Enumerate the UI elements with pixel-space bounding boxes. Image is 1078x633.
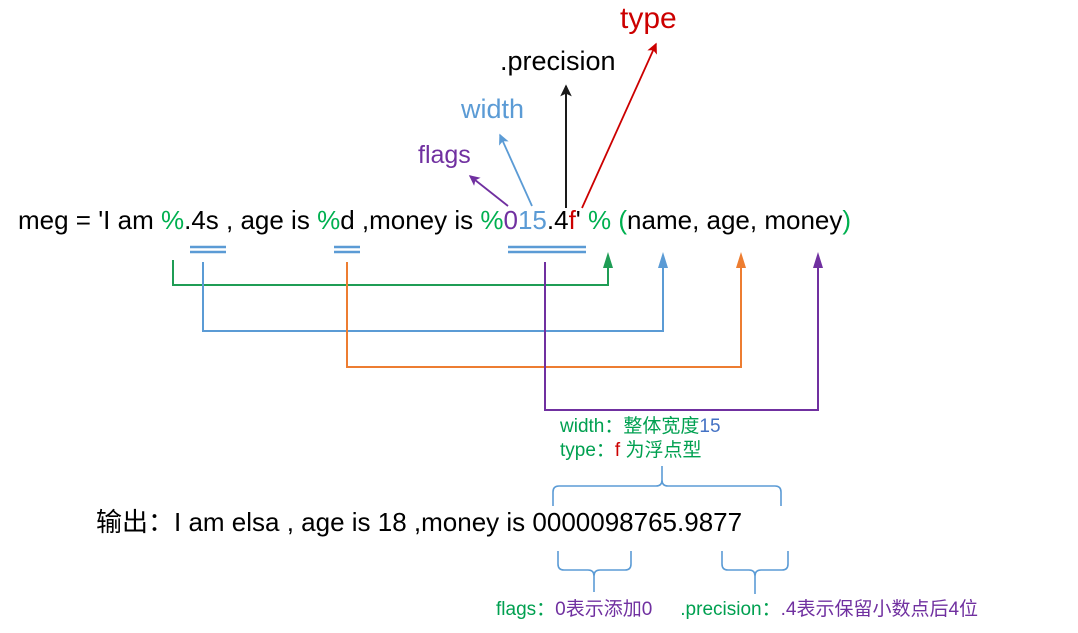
code-seg-4: d ,money is	[340, 205, 481, 235]
code-seg-3: %	[317, 205, 341, 235]
code-seg-16: )	[842, 205, 852, 235]
label-width: width	[461, 94, 525, 124]
code-seg-6: 0	[503, 205, 518, 235]
code-seg-2: .4s , age is	[184, 205, 318, 235]
code-seg-11	[581, 205, 588, 235]
note-type-row: type：f 为浮点型	[560, 439, 721, 463]
note-precision-label: .precision：	[680, 599, 781, 620]
underline-spec-f	[508, 245, 586, 254]
code-seg-8: .4	[546, 205, 569, 235]
note-width-row: width：整体宽度15	[560, 415, 721, 439]
connector-d-to-age	[202, 252, 668, 332]
connector-f-to-money	[346, 252, 746, 368]
label-flags: flags	[418, 141, 471, 169]
brace-flags-span	[557, 551, 632, 592]
brace-width-span	[552, 466, 782, 506]
note-flags-precision: flags：0表示添加0 .precision：.4表示保留小数点后4位	[496, 598, 978, 622]
note-width-type: width：整体宽度15 type：f 为浮点型	[560, 415, 721, 464]
annotation-overlay	[172, 42, 823, 594]
note-type-label: type：	[560, 440, 615, 462]
code-seg-9: f	[568, 205, 576, 235]
code-line: meg = 'I am %.4s , age is %d ,money is %…	[18, 207, 851, 233]
arrow-width	[499, 133, 533, 207]
slide-canvas: type .precision width flags meg = 'I am …	[0, 0, 1078, 633]
note-flags-desc: 0表示添加0	[555, 599, 653, 620]
note-width-label: width：	[560, 416, 624, 437]
output-line: 输出：I am elsa , age is 18 ,money is 00000…	[96, 509, 742, 535]
code-seg-7: 15	[517, 205, 547, 235]
arrow-flags	[468, 175, 509, 207]
underline-spec-d	[334, 245, 360, 254]
underline-spec-s	[190, 245, 226, 254]
note-width-value: 15	[699, 416, 721, 437]
code-seg-5: %	[480, 205, 504, 235]
code-seg-1: %	[160, 205, 185, 235]
note-flags-label: flags：	[496, 599, 556, 620]
connector-s-to-name	[172, 252, 613, 286]
note-width-desc: 整体宽度	[623, 416, 700, 437]
label-precision: .precision	[500, 46, 616, 76]
code-seg-0: meg = 'I am	[18, 205, 161, 235]
code-seg-14: (	[618, 205, 628, 235]
brace-precision-span	[721, 551, 789, 594]
output-value: I am elsa , age is 18 ,money is 00000987…	[174, 507, 743, 537]
code-seg-12: %	[588, 205, 612, 235]
code-seg-15: name, age, money	[627, 205, 843, 235]
output-prefix: 输出：	[96, 507, 175, 537]
connector-spec-to-end	[544, 252, 823, 411]
note-type-desc: 为浮点型	[620, 440, 702, 462]
note-precision-desc: .4表示保留小数点后4位	[780, 599, 979, 620]
label-type: type	[620, 2, 677, 35]
